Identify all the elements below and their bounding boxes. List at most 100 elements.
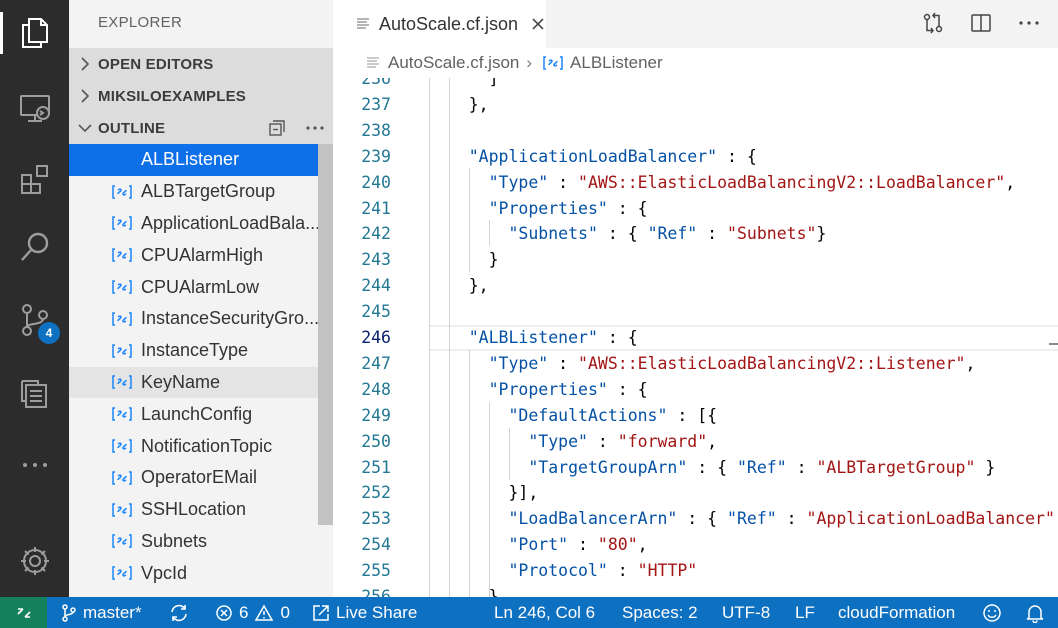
outline-item-label: Subnets — [141, 530, 208, 551]
remote-indicator[interactable] — [0, 597, 47, 628]
line-number: 248 — [361, 379, 391, 399]
outline-item[interactable]: NotificationTopic — [69, 430, 333, 462]
source-control-icon[interactable]: 4 — [0, 295, 69, 345]
outline-item[interactable]: InstanceSecurityGro... — [69, 303, 333, 335]
chevron-right-icon — [81, 89, 90, 103]
outline-item-label: ALBListener — [141, 149, 240, 170]
problems-indicator[interactable]: 6 0 — [215, 597, 290, 628]
code-token: "Subnets" — [508, 224, 598, 244]
more-actions-icon[interactable] — [1018, 12, 1040, 34]
code-token: "DefaultActions" — [508, 405, 668, 425]
cursor-position[interactable]: Ln 246, Col 6 — [494, 597, 595, 628]
code-token: "Subnets" — [727, 224, 817, 244]
section-open-editors[interactable]: OPEN EDITORS — [69, 48, 333, 80]
file-lines-icon — [367, 57, 379, 68]
outline-item[interactable]: CPUAlarmHigh — [69, 239, 333, 271]
code-token: : [{ — [667, 405, 718, 425]
breadcrumb-symbol[interactable]: ALBListener — [570, 53, 663, 73]
outline-item[interactable]: Subnets — [69, 526, 333, 558]
clipboard-icon[interactable] — [0, 369, 69, 419]
section-label: MIKSILOEXAMPLES — [98, 87, 247, 105]
symbol-field-icon — [112, 153, 132, 167]
split-editor-icon[interactable] — [970, 12, 992, 34]
remote-icon — [16, 607, 31, 618]
outline-item[interactable]: SSHLocation — [69, 494, 333, 526]
line-number: 241 — [361, 198, 391, 218]
tab-label: AutoScale.cf.json — [378, 13, 519, 34]
code-text: "Type" : "AWS::ElasticLoadBalancingV2::L… — [429, 354, 976, 373]
code-line: 236 ] — [333, 78, 1058, 92]
live-share-button[interactable]: Live Share — [312, 597, 417, 628]
symbol-field-icon — [112, 184, 132, 199]
code-token: : — [568, 535, 598, 555]
outline-item-label: SSHLocation — [141, 499, 247, 520]
status-bar: master* 6 0 Live Share Ln 246, Col 6 Spa… — [0, 597, 1058, 628]
line-number: 254 — [361, 535, 391, 555]
search-icon[interactable] — [0, 222, 69, 272]
outline-item[interactable]: CPUAlarmLow — [69, 271, 333, 303]
collapse-all-icon[interactable] — [267, 118, 287, 138]
code-token: "HTTP" — [637, 561, 698, 581]
code-token: } — [975, 457, 996, 477]
more-views-icon[interactable] — [0, 440, 69, 490]
remote-explorer-icon[interactable] — [0, 83, 69, 133]
code-token: }, — [429, 94, 489, 114]
end-of-line[interactable]: LF — [795, 597, 815, 628]
outline-item[interactable]: VpcId — [69, 557, 333, 589]
outline-item[interactable]: ALBListener — [69, 144, 333, 176]
line-number: 246 — [361, 328, 391, 347]
section-outline[interactable]: OUTLINE — [69, 112, 333, 144]
code-editor[interactable]: 236 ] 237 }, 238 239 "ApplicationLoadBalanc… — [333, 78, 1058, 597]
extensions-icon[interactable] — [0, 154, 69, 204]
settings-gear-icon[interactable] — [0, 536, 69, 586]
breadcrumb-file[interactable]: AutoScale.cf.json — [388, 53, 519, 73]
outline-item[interactable]: InstanceType — [69, 335, 333, 367]
outline-item-label: InstanceSecurityGro... — [141, 308, 320, 329]
code-token: "Properties" — [488, 379, 608, 399]
line-number: 250 — [361, 431, 391, 451]
close-icon[interactable] — [530, 16, 546, 32]
feedback-button[interactable] — [982, 597, 1008, 628]
compare-changes-icon[interactable] — [922, 12, 944, 34]
code-token: : { — [687, 457, 737, 477]
language-mode[interactable]: cloudFormation — [838, 597, 955, 628]
code-token: , — [1005, 172, 1016, 192]
branch-indicator[interactable]: master* — [61, 597, 142, 628]
outline-item-label: OperatorEMail — [141, 467, 258, 488]
outline-item[interactable]: ALBTargetGroup — [69, 176, 333, 208]
code-token: : — [587, 431, 618, 451]
code-text: "Properties" : { — [429, 380, 648, 399]
outline-item[interactable]: WebServerGroup — [69, 589, 333, 597]
line-number: 245 — [361, 302, 391, 322]
outline-item-label: CPUAlarmHigh — [141, 244, 264, 265]
sidebar-scrollbar[interactable] — [318, 144, 333, 525]
code-token: "forward" — [617, 431, 708, 451]
outline-item[interactable]: KeyName — [69, 366, 333, 399]
smiley-icon — [983, 603, 1001, 622]
live-share-icon — [313, 604, 329, 621]
sync-icon — [171, 604, 187, 621]
section-workspace[interactable]: MIKSILOEXAMPLES — [69, 80, 333, 112]
code-text: ] — [429, 78, 499, 88]
outline-item[interactable]: ApplicationLoadBala... — [69, 208, 333, 240]
symbol-field-icon — [112, 343, 132, 358]
encoding[interactable]: UTF-8 — [722, 597, 770, 628]
outline-item[interactable]: OperatorEMail — [69, 462, 333, 494]
more-actions-icon[interactable] — [305, 118, 325, 138]
indentation[interactable]: Spaces: 2 — [622, 597, 698, 628]
notifications-button[interactable] — [1025, 597, 1051, 628]
sync-button[interactable] — [169, 597, 195, 628]
line-number: 255 — [361, 561, 391, 581]
code-token: "AWS::ElasticLoadBalancingV2::LoadBalanc… — [578, 172, 1006, 192]
explorer-icon[interactable] — [0, 8, 69, 58]
code-line: 256 } — [333, 584, 1058, 597]
breadcrumb: AutoScale.cf.json › ALBListener — [333, 48, 1058, 78]
code-token: "Protocol" — [508, 561, 608, 581]
code-token: : — [548, 172, 579, 192]
tab-autoscale[interactable]: AutoScale.cf.json — [333, 0, 546, 48]
outline-item[interactable]: LaunchConfig — [69, 398, 333, 430]
code-token: }, — [429, 276, 489, 296]
code-line: 237 }, — [333, 92, 1058, 118]
code-token: "80" — [597, 535, 638, 555]
